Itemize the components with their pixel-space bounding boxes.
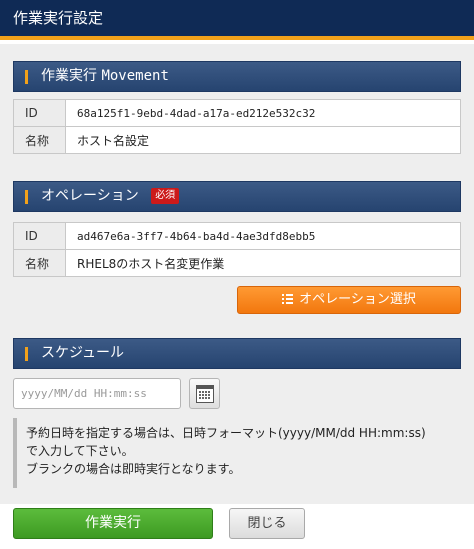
header-accent-bar	[25, 190, 28, 204]
operation-id-value: ad467e6a-3ff7-4b64-ba4d-4ae3dfd8ebb5	[65, 222, 461, 250]
movement-heading-prefix: 作業実行	[41, 68, 97, 84]
table-row: ID 68a125f1-9ebd-4dad-a17a-ed212e532c32	[13, 99, 461, 127]
operation-heading: オペレーション	[41, 188, 139, 204]
note-line: で入力して下さい。	[26, 444, 134, 458]
required-badge: 必須	[151, 188, 180, 204]
select-operation-button[interactable]: オペレーション選択	[237, 286, 461, 314]
operation-section-header: オペレーション 必須	[13, 181, 461, 212]
note-line: 予約日時を指定する場合は、日時フォーマット(yyyy/MM/dd HH:mm:s…	[26, 426, 426, 440]
operation-id-label: ID	[13, 222, 66, 250]
operation-name-label: 名称	[13, 249, 66, 277]
dialog-title: 作業実行設定	[0, 0, 474, 40]
run-button[interactable]: 作業実行	[13, 508, 213, 539]
movement-id-value: 68a125f1-9ebd-4dad-a17a-ed212e532c32	[65, 99, 461, 127]
dialog-footer: 作業実行 閉じる	[0, 504, 474, 549]
table-row: 名称 ホスト名設定	[13, 126, 461, 154]
note-line: ブランクの場合は即時実行となります。	[26, 462, 241, 476]
select-operation-label: オペレーション選択	[299, 292, 416, 307]
close-button[interactable]: 閉じる	[229, 508, 305, 539]
table-row: 名称 RHEL8のホスト名変更作業	[13, 249, 461, 277]
header-accent-bar	[25, 347, 28, 361]
schedule-heading: スケジュール	[41, 345, 125, 361]
movement-name-label: 名称	[13, 126, 66, 154]
movement-id-label: ID	[13, 99, 66, 127]
schedule-note: 予約日時を指定する場合は、日時フォーマット(yyyy/MM/dd HH:mm:s…	[13, 418, 461, 488]
table-row: ID ad467e6a-3ff7-4b64-ba4d-4ae3dfd8ebb5	[13, 222, 461, 250]
movement-name-value: ホスト名設定	[65, 126, 461, 154]
dialog-body: 作業実行 Movement ID 68a125f1-9ebd-4dad-a17a…	[0, 44, 474, 504]
movement-section-header: 作業実行 Movement	[13, 61, 461, 92]
schedule-datetime-input[interactable]	[13, 378, 181, 409]
calendar-icon	[196, 385, 214, 403]
list-icon	[282, 294, 294, 304]
movement-heading-suffix: Movement	[101, 68, 169, 84]
movement-info-table: ID 68a125f1-9ebd-4dad-a17a-ed212e532c32 …	[13, 99, 461, 154]
schedule-section-header: スケジュール	[13, 338, 461, 369]
header-accent-bar	[25, 70, 28, 84]
operation-name-value: RHEL8のホスト名変更作業	[65, 249, 461, 277]
operation-info-table: ID ad467e6a-3ff7-4b64-ba4d-4ae3dfd8ebb5 …	[13, 222, 461, 277]
calendar-button[interactable]	[189, 378, 220, 409]
